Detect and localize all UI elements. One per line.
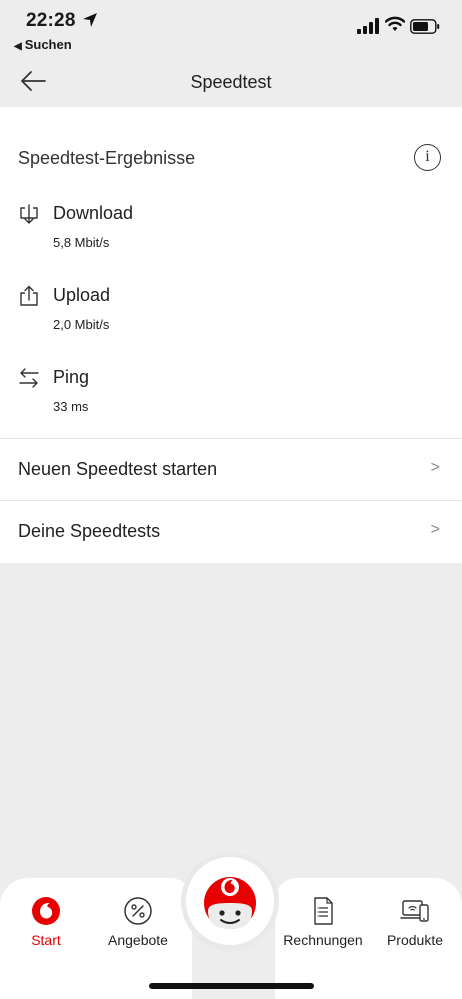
metric-upload: Upload 2,0 Mbit/s xyxy=(0,285,462,355)
percent-icon xyxy=(124,897,152,925)
info-button[interactable]: i xyxy=(414,144,441,171)
row-label: Neuen Speedtest starten xyxy=(18,459,218,479)
row-label: Deine Speedtests xyxy=(18,521,161,541)
metric-label: Ping xyxy=(53,367,90,387)
tab-label: Produkte xyxy=(386,932,444,948)
start-new-speedtest-row[interactable]: Neuen Speedtest starten > xyxy=(0,438,462,500)
metric-ping: Ping 33 ms xyxy=(0,367,462,437)
info-icon: i xyxy=(425,148,430,165)
invoice-icon xyxy=(314,897,333,925)
cellular-signal-icon xyxy=(357,18,379,34)
tab-label: Rechnungen xyxy=(283,932,363,948)
vodafone-logo-icon xyxy=(32,897,60,925)
speedtest-results-card: Speedtest-Ergebnisse i Download 5,8 Mbit… xyxy=(0,107,462,563)
status-bar: 22:28 ◀ Suchen xyxy=(0,0,462,58)
devices-icon xyxy=(400,900,429,922)
tab-rechnungen[interactable]: Rechnungen xyxy=(283,896,363,948)
home-indicator xyxy=(149,983,314,989)
assistant-avatar-icon xyxy=(204,877,256,929)
download-icon xyxy=(20,204,38,224)
back-app-label: Suchen xyxy=(24,37,72,52)
metric-download: Download 5,8 Mbit/s xyxy=(0,203,462,273)
tab-label: Start xyxy=(31,932,61,948)
assistant-button[interactable] xyxy=(186,857,274,945)
metric-label: Download xyxy=(53,203,134,223)
wifi-icon xyxy=(385,16,405,31)
ping-arrows-icon xyxy=(19,368,39,388)
results-title: Speedtest-Ergebnisse xyxy=(18,148,196,168)
metric-value: 33 ms xyxy=(53,399,89,414)
page-title: Speedtest xyxy=(190,72,272,92)
location-arrow-icon xyxy=(83,13,97,27)
upload-icon xyxy=(20,285,38,306)
chevron-right-icon: > xyxy=(430,521,440,538)
tab-angebote[interactable]: Angebote xyxy=(98,896,178,948)
tab-produkte[interactable]: Produkte xyxy=(375,896,455,948)
tab-start[interactable]: Start xyxy=(6,896,86,948)
metric-value: 2,0 Mbit/s xyxy=(53,317,110,332)
back-triangle-icon: ◀ xyxy=(14,41,22,52)
navigation-bar: Speedtest xyxy=(0,58,462,106)
metric-value: 5,8 Mbit/s xyxy=(53,235,110,250)
chevron-right-icon: > xyxy=(430,459,440,476)
battery-icon xyxy=(410,19,440,34)
back-to-app-link[interactable]: ◀ Suchen xyxy=(14,37,72,52)
my-speedtests-row[interactable]: Deine Speedtests > xyxy=(0,500,462,562)
tab-label: Angebote xyxy=(108,932,168,948)
status-time: 22:28 xyxy=(26,10,76,31)
metric-label: Upload xyxy=(53,285,111,305)
